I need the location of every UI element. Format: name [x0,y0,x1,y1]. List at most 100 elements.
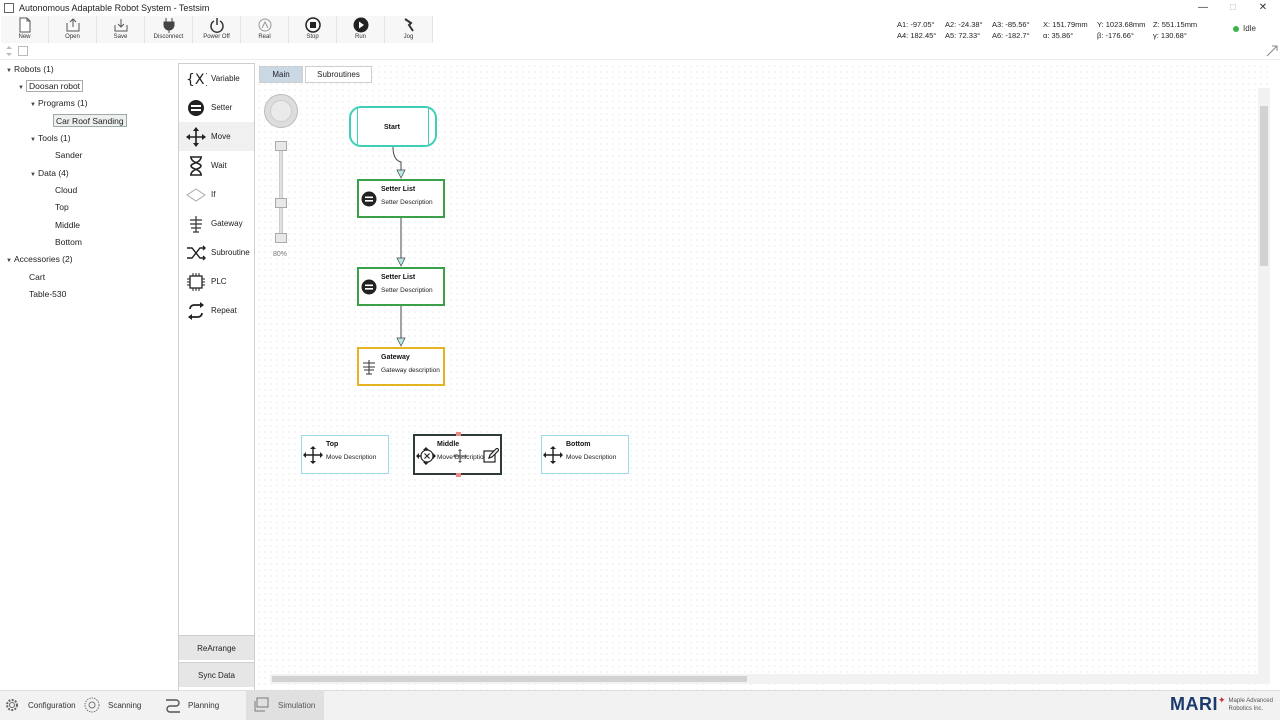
pan-joystick-knob[interactable] [270,100,292,122]
stop-button[interactable]: Stop [289,16,337,43]
disconnect-button[interactable]: Disconnect [145,16,193,43]
tree-doosan-robot[interactable]: ▼ Doosan robot [18,80,84,95]
flow-move-node-bottom[interactable]: Bottom Move Description [541,435,629,474]
flow-move-node-top[interactable]: Top Move Description [301,435,389,474]
caret-down-icon[interactable]: ▼ [30,99,38,112]
pan-joystick[interactable] [264,94,298,128]
tree-accessory-cart[interactable]: Cart [29,271,45,284]
tree-tools[interactable]: ▼ Tools (1) [30,132,71,145]
palette-setter-label: Setter [211,103,233,112]
move-icon [543,446,563,464]
flow-setter-node-1[interactable]: Setter List Setter Description [357,179,445,218]
canvas-vertical-scrollbar[interactable] [1258,88,1270,674]
tab-subroutines[interactable]: Subroutines [305,66,372,83]
play-icon [353,17,369,33]
caret-down-icon[interactable]: ▼ [6,255,14,268]
tree-data[interactable]: ▼ Data (4) [30,167,69,180]
sync-data-button[interactable]: Sync Data [179,662,254,687]
save-button[interactable]: Save [97,16,145,43]
start-left-bar [357,108,358,145]
palette-move[interactable]: Move [179,122,254,151]
tree-data-bottom[interactable]: Bottom [55,236,82,249]
output-port[interactable] [456,473,461,477]
nav-planning[interactable]: Planning [164,690,242,720]
tree-data-top[interactable]: Top [55,201,69,214]
brand-line-2: Robotics Inc. [1228,705,1264,712]
run-button[interactable]: Run [337,16,385,43]
palette-gateway[interactable]: Gateway [179,209,254,238]
tree-accessories[interactable]: ▼ Accessories (2) [6,253,73,266]
tree-robots[interactable]: ▼ Robots (1) [6,63,54,76]
palette-repeat[interactable]: Repeat [179,296,254,325]
power-off-label: Power Off [203,34,230,40]
nav-configuration[interactable]: Configuration [4,690,80,720]
caret-down-icon[interactable]: ▼ [30,134,38,147]
zoom-min-handle[interactable] [275,233,287,243]
zoom-slider-handle[interactable] [275,198,287,208]
nav-configuration-label: Configuration [28,700,76,710]
window-title: Autonomous Adaptable Robot System - Test… [19,2,210,13]
tree-data-cloud[interactable]: Cloud [55,184,77,197]
minimize-button[interactable]: — [1188,0,1218,15]
drag-move-icon[interactable] [453,449,467,463]
palette-wait[interactable]: Wait [179,151,254,180]
gateway-icon [185,213,207,235]
palette-if[interactable]: If [179,180,254,209]
tab-main[interactable]: Main [259,66,303,83]
palette-variable[interactable]: {X} Variable [179,64,254,93]
rearrange-button[interactable]: ReArrange [179,635,254,660]
nav-scanning[interactable]: Scanning [84,690,158,720]
flow-gateway-node[interactable]: Gateway Gateway description [357,347,445,386]
readout-a2: A2: -24.38° [945,20,983,29]
tree-data-middle[interactable]: Middle [55,219,80,232]
caret-down-icon[interactable]: ▼ [30,169,38,182]
edit-node-icon[interactable] [483,448,499,464]
tree-tool-sander[interactable]: Sander [55,149,82,162]
shuffle-icon [185,242,207,264]
readout-beta: β: -176.66° [1097,31,1134,40]
nav-simulation[interactable]: Simulation [246,690,324,720]
tree-accessory-table[interactable]: Table-530 [29,288,66,301]
open-button[interactable]: Open [49,16,97,43]
save-label: Save [113,34,128,40]
palette-wait-label: Wait [211,161,227,170]
variable-icon: {X} [185,68,207,90]
canvas-horizontal-scrollbar[interactable] [270,674,1270,684]
power-off-button[interactable]: Power Off [193,16,241,43]
tree-programs[interactable]: ▼ Programs (1) [30,97,88,110]
palette-setter[interactable]: Setter [179,93,254,122]
setter-icon [361,191,377,207]
zoom-max-handle[interactable] [275,141,287,151]
zoom-slider[interactable] [279,145,283,240]
status-dot [1233,25,1239,32]
company-brand: MARI ✦ Maple Advanced Robotics Inc. [1170,694,1273,715]
caret-down-icon[interactable]: ▼ [6,65,14,78]
jog-button[interactable]: Jog [385,16,433,43]
stop-label: Stop [306,34,319,40]
input-port[interactable] [456,432,461,436]
palette-repeat-label: Repeat [211,306,237,315]
sort-arrows-icon[interactable] [4,45,14,57]
vertical-scroll-thumb[interactable] [1260,106,1268,266]
flow-move-node-middle[interactable]: Middle Move Description [413,432,502,477]
maximize-button[interactable]: □ [1218,0,1248,15]
expand-checkbox[interactable] [18,46,28,56]
toolbar: New Open Save Disconnect Power Off Real … [0,15,1280,43]
new-button[interactable]: New [1,16,49,43]
delete-node-icon[interactable] [420,449,434,463]
horizontal-scroll-thumb[interactable] [272,676,747,682]
flow-start-node[interactable]: Start [349,106,437,147]
close-button[interactable]: ✕ [1248,0,1278,15]
readout-a6: A6: -182.7° [992,31,1030,40]
palette-plc[interactable]: PLC [179,267,254,296]
power-icon [209,17,225,33]
status-text: Idle [1243,24,1256,33]
readout-gamma: γ: 130.68° [1153,31,1187,40]
expand-corner-icon[interactable] [1266,45,1278,57]
flow-setter-node-2[interactable]: Setter List Setter Description [357,267,445,306]
palette-subroutine[interactable]: Subroutine [179,238,254,267]
real-button[interactable]: Real [241,16,289,43]
svg-text:{X}: {X} [186,72,207,88]
caret-down-icon[interactable]: ▼ [18,82,26,95]
tree-program-car-roof-sanding[interactable]: Car Roof Sanding [53,114,127,127]
